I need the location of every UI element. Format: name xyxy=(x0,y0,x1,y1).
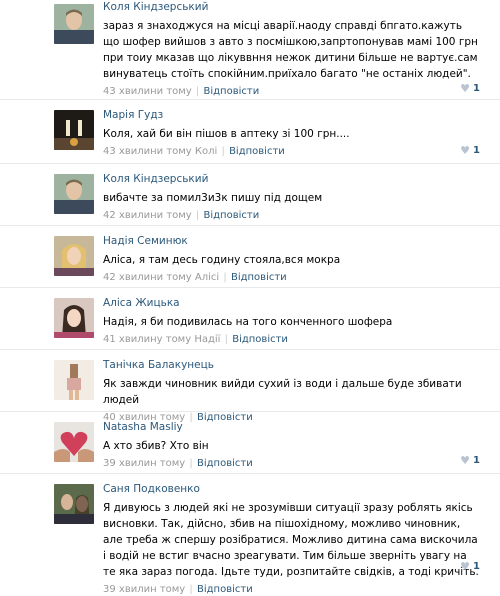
comment-meta: 43 хвилини тому | Відповісти xyxy=(103,85,480,98)
comment-text: Надія, я би подивилась на того конченног… xyxy=(103,316,393,328)
comment-meta: 42 хвилини тому Алісі | Відповісти xyxy=(103,271,480,284)
reply-link[interactable]: Відповісти xyxy=(231,272,287,283)
reply-link[interactable]: Відповісти xyxy=(197,584,253,595)
author-link[interactable]: Надія Семинюк xyxy=(103,226,480,248)
avatar[interactable] xyxy=(54,484,94,524)
heart-icon: ♥ xyxy=(460,454,471,467)
avatar[interactable] xyxy=(54,174,94,214)
comment-item: Natasha Masliy А хто збив? Хто він 39 хв… xyxy=(0,412,500,474)
author-link[interactable]: Natasha Masliy xyxy=(103,412,480,434)
timestamp: 41 хвилину тому xyxy=(103,334,192,345)
author-link[interactable]: Аліса Жицька xyxy=(103,288,480,310)
avatar[interactable] xyxy=(54,236,94,276)
timestamp: 39 хвилин тому xyxy=(103,584,186,595)
author-link[interactable]: Коля Кіндзерський xyxy=(103,164,480,186)
comment-item: Коля Кіндзерський вибачте за помил3и3к п… xyxy=(0,164,500,226)
comment-item: Надія Семинюк Аліса, я там десь годину с… xyxy=(0,226,500,288)
comment-text: вибачте за помил3и3к пишу під дощем xyxy=(103,192,323,204)
timestamp: 39 хвилин тому xyxy=(103,458,186,469)
reply-to-name[interactable]: Надії xyxy=(194,334,220,345)
reply-link[interactable]: Відповісти xyxy=(229,146,285,157)
comment-meta: 39 хвилин тому | Відповісти xyxy=(103,457,480,470)
separator: | xyxy=(195,210,200,221)
heart-icon: ♥ xyxy=(460,560,471,573)
separator: | xyxy=(195,86,200,97)
avatar[interactable] xyxy=(54,360,94,400)
reply-to-name[interactable]: Алісі xyxy=(195,272,219,283)
reply-link[interactable]: Відповісти xyxy=(197,458,253,469)
like-count: 1 xyxy=(473,455,480,466)
comment-meta: 42 хвилини тому | Відповісти xyxy=(103,209,480,222)
comment-text: Аліса, я там десь годину стояла,вся мокр… xyxy=(103,254,341,266)
like-button[interactable]: ♥ 1 xyxy=(460,560,480,573)
like-button[interactable]: ♥ 1 xyxy=(460,144,480,157)
reply-link[interactable]: Відповісти xyxy=(203,210,259,221)
comment-item: Саня Подковенко Я дивуюсь з людей які не… xyxy=(0,474,500,595)
avatar[interactable] xyxy=(54,110,94,150)
comment-item: Аліса Жицька Надія, я би подивилась на т… xyxy=(0,288,500,350)
like-button[interactable]: ♥ 1 xyxy=(460,82,480,95)
timestamp: 43 хвилини тому xyxy=(103,86,192,97)
like-count: 1 xyxy=(473,145,480,156)
author-link[interactable]: Марія Гудз xyxy=(103,100,480,122)
separator: | xyxy=(223,272,227,283)
comment-text: А хто збив? Хто він xyxy=(103,440,209,452)
comment-text: Коля, хай би він пішов в аптеку зі 100 г… xyxy=(103,128,350,140)
comment-item: Коля Кіндзерський зараз я знаходжуся на … xyxy=(0,0,500,100)
separator: | xyxy=(189,584,193,595)
like-count: 1 xyxy=(473,83,480,94)
heart-icon: ♥ xyxy=(460,144,471,157)
avatar[interactable] xyxy=(54,298,94,338)
comment-text: Як завжди чиновник вийди сухий із води і… xyxy=(103,378,462,406)
comment-item: Танічка Балакунець Як завжди чиновник ви… xyxy=(0,350,500,423)
comment-meta: 43 хвилини тому Колі | Відповісти xyxy=(103,145,480,158)
avatar[interactable] xyxy=(54,422,94,462)
like-button[interactable]: ♥ 1 xyxy=(460,454,480,467)
comment-item: Марія Гудз Коля, хай би він пішов в апте… xyxy=(0,100,500,164)
reply-link[interactable]: Відповісти xyxy=(203,86,259,97)
comment-meta: 41 хвилину тому Надії | Відповісти xyxy=(103,333,480,346)
like-count: 1 xyxy=(473,561,480,572)
timestamp: 43 хвилини тому xyxy=(103,146,192,157)
reply-to-name[interactable]: Колі xyxy=(195,146,217,157)
comment-text: зараз я знаходжуся на місці аварії.наоду… xyxy=(103,20,478,80)
separator: | xyxy=(224,334,229,345)
reply-link[interactable]: Відповісти xyxy=(232,334,288,345)
author-link[interactable]: Танічка Балакунець xyxy=(103,350,480,372)
author-link[interactable]: Коля Кіндзерський xyxy=(103,0,480,14)
separator: | xyxy=(189,458,193,469)
comment-text: Я дивуюсь з людей які не зрозумівши ситу… xyxy=(103,502,479,578)
heart-icon: ♥ xyxy=(460,82,471,95)
timestamp: 42 хвилини тому xyxy=(103,210,192,221)
separator: | xyxy=(221,146,225,157)
avatar[interactable] xyxy=(54,4,94,44)
author-link[interactable]: Саня Подковенко xyxy=(103,474,480,496)
timestamp: 42 хвилини тому xyxy=(103,272,192,283)
comment-meta: 39 хвилин тому | Відповісти xyxy=(103,583,480,596)
